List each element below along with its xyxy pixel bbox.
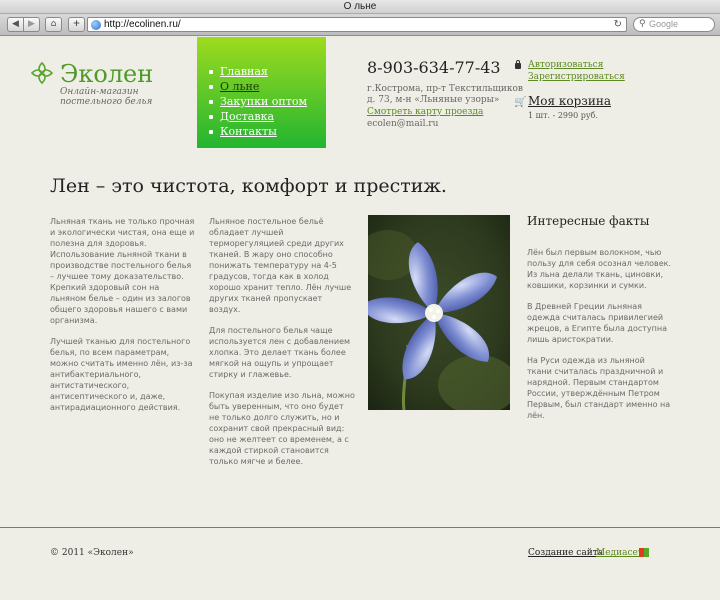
menu-link[interactable]: Закупки оптом (220, 95, 307, 108)
paragraph: Для постельного белья чаще используется … (209, 326, 351, 379)
address-bar[interactable]: http://ecolinen.ru/ ↻ (87, 17, 627, 32)
paragraph: В Древней Греции льняная одежда считалас… (527, 302, 667, 344)
footer-separator: - (589, 548, 593, 558)
page-title: Лен – это чистота, комфорт и престиж. (50, 175, 447, 197)
bullet-icon (209, 69, 213, 74)
address-line: г.Кострома, пр-т Текстильщиков (367, 84, 523, 94)
url-text: http://ecolinen.ru/ (104, 19, 181, 30)
menu-item-about-linen[interactable]: О льне (209, 79, 307, 94)
bullet-icon (209, 99, 213, 104)
paragraph: Покупая изделие изо льна, можно быть уве… (209, 391, 355, 466)
phone-number: 8-903-634-77-43 (367, 58, 501, 77)
leaf-logo-icon[interactable] (30, 61, 54, 85)
bullet-icon (209, 84, 213, 89)
menu-list: Главная О льне Закупки оптом Доставка Ко… (209, 64, 307, 139)
logo-subtitle-line: Онлайн-магазин (60, 87, 139, 97)
main-menu: Главная О льне Закупки оптом Доставка Ко… (197, 37, 326, 148)
bullet-icon (209, 114, 213, 119)
menu-item-delivery[interactable]: Доставка (209, 109, 307, 124)
text-column: Льняная ткань не только прочная и эколог… (50, 216, 195, 423)
reload-icon[interactable]: ↻ (614, 18, 622, 31)
menu-link[interactable]: Контакты (220, 125, 277, 138)
menu-link[interactable]: О льне (220, 80, 259, 93)
paragraph: Льняная ткань не только прочная и эколог… (50, 217, 195, 325)
paragraph: Лён был первым волокном, чью пользу для … (527, 248, 671, 290)
search-placeholder: Google (649, 19, 679, 29)
address-line: д. 73, м-н «Льняные узоры» (367, 95, 500, 105)
logo-name[interactable]: Эколен (60, 60, 153, 88)
menu-item-home[interactable]: Главная (209, 64, 307, 79)
address: г.Кострома, пр-т Текстильщиков д. 73, м-… (367, 84, 523, 106)
back-button[interactable]: ◀ (7, 17, 24, 32)
menu-link[interactable]: Доставка (220, 110, 274, 123)
facts-column: Лён был первым волокном, чью пользу для … (527, 247, 672, 431)
forward-button[interactable]: ▶ (23, 17, 40, 32)
cart-summary: 1 шт. - 2990 руб. (528, 111, 598, 120)
mediaset-logo-icon[interactable] (639, 548, 649, 557)
logo-subtitle-line: постельного белья (60, 97, 153, 107)
footer-divider (0, 527, 720, 528)
home-button[interactable]: ⌂ (45, 17, 62, 32)
window-title: О льне (0, 0, 720, 14)
register-link[interactable]: Зарегистрироваться (528, 72, 625, 82)
search-input[interactable]: ⚲ Google (633, 17, 715, 32)
paragraph: На Руси одежда из льняной ткани считалас… (527, 356, 671, 420)
email: ecolen@mail.ru (367, 119, 439, 129)
search-icon: ⚲ (639, 19, 646, 29)
globe-icon (91, 20, 101, 30)
flax-flower-image (368, 215, 510, 410)
cart-link[interactable]: Моя корзина (528, 94, 611, 108)
lock-icon (515, 60, 521, 69)
menu-item-wholesale[interactable]: Закупки оптом (209, 94, 307, 109)
paragraph: Лучшей тканью для постельного белья, по … (50, 337, 193, 412)
menu-item-contacts[interactable]: Контакты (209, 124, 307, 139)
menu-link[interactable]: Главная (220, 65, 268, 78)
facts-title: Интересные факты (527, 214, 650, 228)
paragraph: Льняное постельное бельё обладает лучшей… (209, 217, 352, 314)
copyright: © 2011 «Эколен» (50, 548, 134, 558)
bullet-icon (209, 129, 213, 134)
browser-toolbar: ◀ ▶ ⌂ + http://ecolinen.ru/ ↻ ⚲ Google (0, 14, 720, 36)
map-link[interactable]: Смотреть карту проезда (367, 107, 483, 117)
page: Эколен Онлайн-магазин постельного белья … (0, 37, 720, 600)
cart-icon: 🛒 (514, 97, 527, 108)
add-bookmark-button[interactable]: + (68, 17, 85, 32)
text-column: Льняное постельное бельё обладает лучшей… (209, 216, 356, 477)
logo-subtitle: Онлайн-магазин постельного белья (60, 87, 170, 107)
login-link[interactable]: Авторизоваться (528, 60, 603, 70)
